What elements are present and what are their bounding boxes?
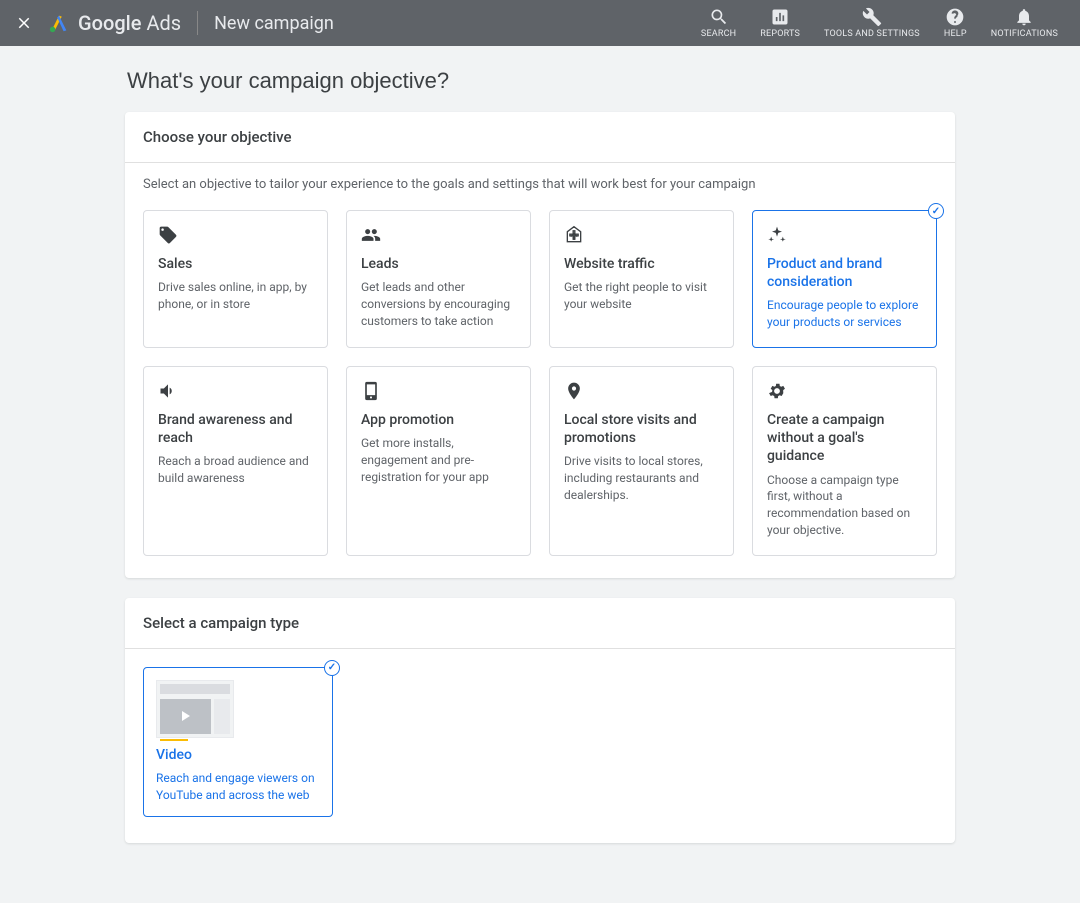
help-button[interactable]: HELP [932,7,979,40]
ads-logo-icon [48,12,70,34]
people-icon [361,225,516,247]
campaign-type-panel: Select a campaign type Video Reach and en… [125,598,955,843]
objective-card-0[interactable]: Sales Drive sales online, in app, by phon… [143,210,328,348]
objective-title: App promotion [361,411,516,429]
objective-title: Brand awareness and reach [158,411,313,447]
objective-card-5[interactable]: App promotion Get more installs, engageme… [346,366,531,556]
topbar: Google Ads New campaign SEARCH REPORTS T… [0,0,1080,46]
objective-title: Local store visits and promotions [564,411,719,447]
objective-desc: Reach a broad audience and build awarene… [158,453,313,487]
page-heading: What's your campaign objective? [127,68,955,94]
objective-desc: Get more installs, engagement and pre-re… [361,435,516,485]
objective-card-7[interactable]: Create a campaign without a goal's guida… [752,366,937,556]
tag-icon [158,225,313,247]
objective-card-4[interactable]: Brand awareness and reach Reach a broad a… [143,366,328,556]
objective-title: Product and brand consideration [767,255,922,291]
bell-icon [1014,7,1034,27]
objectives-grid: Sales Drive sales online, in app, by phon… [125,198,955,578]
selected-check-icon [324,660,340,676]
tools-icon [862,7,882,27]
objective-title: Sales [158,255,313,273]
selected-check-icon [928,203,944,219]
type-title: Video [156,746,320,764]
search-button[interactable]: SEARCH [689,7,748,40]
notifications-button[interactable]: NOTIFICATIONS [979,7,1070,40]
brand-text: Google Ads [78,11,181,35]
objective-card-1[interactable]: Leads Get leads and other conversions by … [346,210,531,348]
tools-button[interactable]: TOOLS AND SETTINGS [812,7,932,40]
reports-icon [770,7,790,27]
objectives-subtitle: Select an objective to tailor your exper… [125,163,955,198]
objective-title: Leads [361,255,516,273]
close-icon[interactable] [10,9,38,37]
objective-desc: Drive sales online, in app, by phone, or… [158,279,313,313]
objective-desc: Get leads and other conversions by encou… [361,279,516,329]
objective-card-6[interactable]: Local store visits and promotions Drive v… [549,366,734,556]
objective-card-2[interactable]: Website traffic Get the right people to v… [549,210,734,348]
objectives-panel: Choose your objective Select an objectiv… [125,112,955,578]
objective-desc: Encourage people to explore your product… [767,297,922,331]
speaker-icon [158,381,313,403]
type-desc: Reach and engage viewers on YouTube and … [156,770,320,804]
main-content: What's your campaign objective? Choose y… [125,46,955,903]
search-icon [709,7,729,27]
objective-desc: Choose a campaign type first, without a … [767,472,922,539]
brand-logo: Google Ads [48,11,181,35]
sparkle-icon [767,225,922,247]
page-subtitle: New campaign [214,13,334,34]
campaign-type-title: Select a campaign type [125,598,955,649]
traffic-icon [564,225,719,247]
campaign-type-card-0[interactable]: Video Reach and engage viewers on YouTube… [143,667,333,817]
reports-button[interactable]: REPORTS [748,7,812,40]
objective-desc: Drive visits to local stores, including … [564,453,719,503]
objective-title: Website traffic [564,255,719,273]
video-thumb-icon [156,680,234,738]
campaign-type-grid: Video Reach and engage viewers on YouTube… [125,649,955,843]
help-icon [945,7,965,27]
gear-icon [767,381,922,403]
objective-desc: Get the right people to visit your websi… [564,279,719,313]
objective-card-3[interactable]: Product and brand consideration Encourage… [752,210,937,348]
toolbar: SEARCH REPORTS TOOLS AND SETTINGS HELP N… [689,7,1070,40]
objectives-title: Choose your objective [125,112,955,163]
phone-icon [361,381,516,403]
divider [197,11,198,35]
pin-icon [564,381,719,403]
objective-title: Create a campaign without a goal's guida… [767,411,922,466]
